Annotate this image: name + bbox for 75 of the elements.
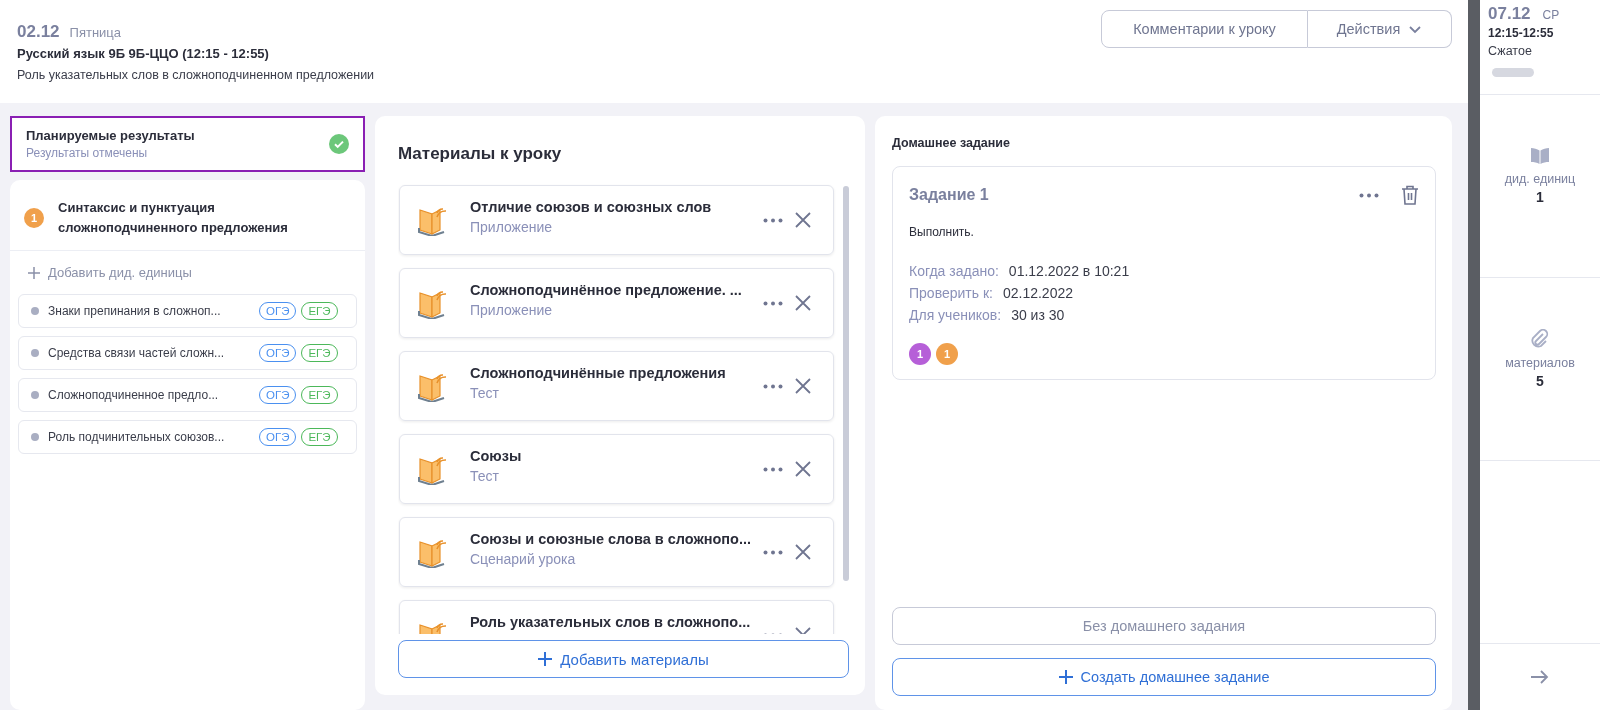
- material-type: Тест: [470, 468, 500, 484]
- count-badge: 1: [936, 343, 958, 365]
- stat-label: материалов: [1505, 356, 1575, 370]
- lesson-mode: Сжатое: [1488, 44, 1533, 58]
- task-title: Задание 1: [909, 186, 990, 204]
- task-text: Выполнить.: [909, 225, 975, 239]
- stat-value: 5: [1536, 373, 1544, 389]
- unit-item-title: Роль подчинительных союзов...: [48, 430, 226, 444]
- field-label: Когда задано:: [909, 263, 999, 279]
- unit-item-title: Знаки препинания в сложноп...: [48, 304, 222, 318]
- bullet-icon: [31, 307, 39, 315]
- plus-icon: [28, 266, 40, 279]
- field-label: Для учеников:: [909, 307, 1002, 323]
- comments-button[interactable]: Комментарии к уроку: [1101, 10, 1308, 48]
- plus-icon: [538, 652, 553, 666]
- unit-item[interactable]: Роль подчинительных союзов... ОГЭ ЕГЭ: [18, 420, 357, 454]
- chevron-down-icon: [1408, 24, 1423, 34]
- next-lesson-weekday: СР: [1542, 8, 1560, 22]
- bullet-icon: [31, 349, 39, 357]
- planned-results-status: Результаты отмечены: [26, 146, 149, 160]
- book-icon: [1530, 147, 1550, 165]
- material-card[interactable]: Сложноподчинённое предложение. ... Приложение: [399, 268, 835, 338]
- material-card[interactable]: Союзы Тест: [399, 434, 835, 504]
- stat-label: дид. единиц: [1504, 172, 1576, 186]
- field-value: 01.12.2022 в 10:21: [1008, 263, 1130, 279]
- next-lesson-time: 12:15-12:55: [1488, 26, 1555, 40]
- unit-item-title: Средства связи частей сложн...: [48, 346, 226, 360]
- lesson-date: 02.12: [17, 22, 60, 42]
- stat-value: 1: [1536, 189, 1544, 205]
- planned-results-title: Планируемые результаты: [26, 128, 195, 143]
- material-type: Тест: [470, 385, 500, 401]
- add-materials-button[interactable]: Добавить материалы: [398, 640, 849, 678]
- weekday: Пятница: [69, 25, 121, 40]
- plus-icon: [1058, 670, 1073, 684]
- unit-item[interactable]: Средства связи частей сложн... ОГЭ ЕГЭ: [18, 336, 357, 370]
- field-value: 02.12.2022: [1002, 285, 1073, 301]
- materials-title: Материалы к уроку: [398, 144, 563, 165]
- arrow-right-icon[interactable]: [1531, 670, 1549, 684]
- material-title: Сложноподчинённое предложение. ...: [470, 282, 743, 298]
- close-icon[interactable]: [795, 461, 812, 477]
- material-title: Отличие союзов и союзных слов: [470, 199, 713, 215]
- lesson-name: Русский язык 9Б 9Б-ЦЦО (12:15 - 12:55): [17, 46, 270, 61]
- trash-icon[interactable]: [1401, 185, 1419, 205]
- bullet-icon: [31, 433, 39, 441]
- field-value: 30 из 30: [1011, 307, 1065, 323]
- unit-item-title: Сложноподчиненное предло...: [48, 388, 220, 402]
- material-card[interactable]: Союзы и союзные слова в сложнопо... Сценарий урока: [399, 517, 835, 587]
- material-type: Сценарий урока: [470, 551, 577, 567]
- close-icon[interactable]: [795, 378, 812, 394]
- material-card[interactable]: Сложноподчинённые предложения Тест: [399, 351, 835, 421]
- next-lesson-date: 07.12: [1488, 4, 1531, 24]
- close-icon[interactable]: [795, 295, 812, 311]
- material-title: Союзы: [470, 448, 523, 464]
- unit-item[interactable]: Знаки препинания в сложноп... ОГЭ ЕГЭ: [18, 294, 357, 328]
- close-icon[interactable]: [795, 212, 812, 228]
- homework-title: Домашнее задание: [892, 136, 1011, 150]
- paperclip-icon: [1531, 329, 1549, 349]
- close-icon[interactable]: [795, 544, 812, 560]
- unit-title: Синтаксис и пунктуация сложноподчиненного предложения: [58, 199, 289, 237]
- material-title: Сложноподчинённые предложения: [470, 365, 727, 381]
- planned-results-card[interactable]: Планируемые результаты Результаты отмечены: [10, 116, 365, 172]
- material-title: Роль указательных слов в сложнопо...: [470, 614, 752, 630]
- material-card[interactable]: Отличие союзов и союзных слов Приложение: [399, 185, 835, 255]
- material-type: Приложение: [470, 219, 554, 235]
- create-homework-button[interactable]: Создать домашнее задание: [892, 658, 1436, 696]
- count-badge: 1: [909, 343, 931, 365]
- bullet-icon: [31, 391, 39, 399]
- field-label: Проверить к:: [909, 285, 993, 301]
- actions-dropdown[interactable]: Действия: [1308, 10, 1452, 48]
- material-type: Приложение: [470, 302, 554, 318]
- unit-item[interactable]: Сложноподчиненное предло... ОГЭ ЕГЭ: [18, 378, 357, 412]
- lesson-topic: Роль указательных слов в сложноподчиненном предложении: [17, 68, 375, 82]
- material-title: Союзы и союзные слова в сложнопо...: [470, 531, 752, 547]
- loading-placeholder: [1492, 68, 1534, 77]
- unit-number: 1: [24, 208, 44, 228]
